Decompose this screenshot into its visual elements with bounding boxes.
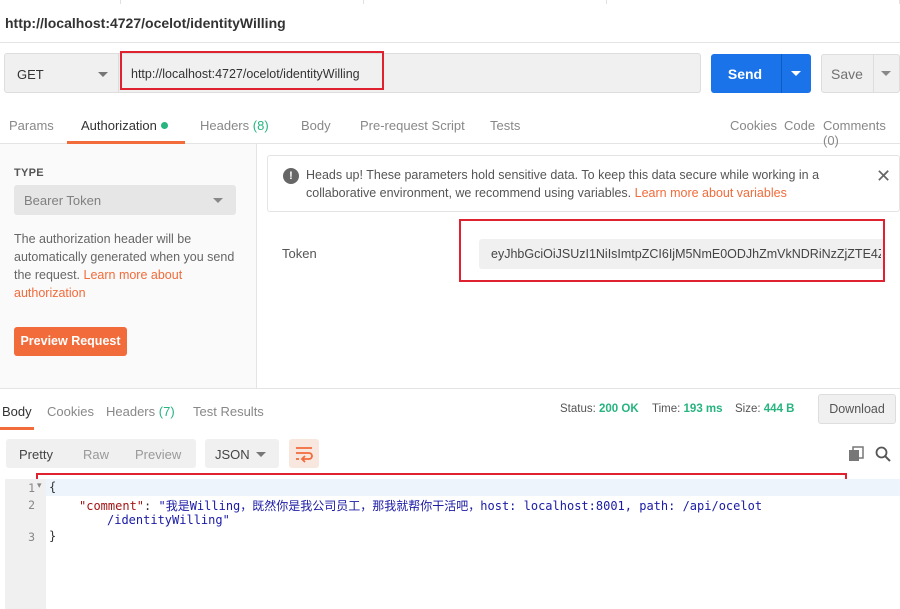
code-open-brace: { — [49, 480, 57, 494]
auth-type-select[interactable]: Bearer Token — [14, 185, 236, 215]
send-button[interactable]: Send — [711, 54, 811, 93]
method-select[interactable]: GET — [4, 53, 119, 93]
preview-request-button[interactable]: Preview Request — [14, 327, 127, 356]
code-close-brace: } — [49, 529, 57, 543]
tab-strip-divider — [0, 0, 121, 4]
wrap-lines-icon — [296, 447, 313, 463]
chevron-down-icon — [256, 452, 266, 457]
size-value: 444 B — [763, 403, 795, 415]
tab-authorization[interactable]: Authorization — [81, 118, 168, 133]
json-value-wrapped: /identityWilling" — [107, 513, 230, 527]
auth-description: The authorization header will be automat… — [14, 230, 244, 302]
tab-params[interactable]: Params — [9, 118, 54, 133]
tab-tests[interactable]: Tests — [490, 118, 520, 133]
size-readout: Size: 444 B — [735, 403, 794, 415]
cookies-link[interactable]: Cookies — [730, 118, 777, 133]
type-label: TYPE — [14, 167, 44, 179]
method-value: GET — [17, 67, 44, 82]
json-value: "我是Willing，既然你是我公司员工，那我就帮你干活吧，host: loca… — [158, 499, 763, 513]
time-readout: Time: 193 ms — [652, 403, 723, 415]
line-number: 1 — [28, 481, 35, 495]
token-label: Token — [282, 246, 317, 261]
request-tabs: Params Authorization Headers (8) Body Pr… — [0, 104, 900, 148]
tab-strip-divider — [364, 0, 607, 4]
mode-preview[interactable]: Preview — [135, 447, 181, 462]
json-colon: : — [144, 499, 159, 513]
save-button[interactable]: Save — [821, 54, 900, 93]
tab-strip-divider — [121, 0, 364, 4]
fold-arrow-icon[interactable]: ▾ — [37, 480, 42, 491]
search-icon[interactable] — [875, 446, 891, 462]
format-select[interactable]: JSON — [205, 439, 279, 468]
save-label: Save — [831, 66, 863, 82]
tab-headers[interactable]: Headers (8) — [200, 118, 269, 133]
tab-body[interactable]: Body — [301, 118, 331, 133]
send-divider — [781, 54, 782, 93]
mode-pretty[interactable]: Pretty — [19, 447, 53, 462]
size-label: Size: — [735, 403, 761, 415]
tab-authorization-label: Authorization — [81, 118, 157, 133]
wrap-lines-button[interactable] — [289, 439, 319, 468]
line-number: 2 — [28, 498, 35, 512]
code-line-2: "comment": "我是Willing，既然你是我公司员工，那我就帮你干活吧… — [79, 497, 762, 514]
sensitive-data-notice: ! Heads up! These parameters hold sensit… — [267, 155, 900, 212]
copy-icon[interactable] — [848, 446, 864, 462]
tab-response-headers-label: Headers — [106, 404, 156, 419]
current-line-highlight — [46, 479, 900, 496]
tab-response-cookies[interactable]: Cookies — [47, 404, 94, 419]
tab-response-headers[interactable]: Headers (7) — [106, 404, 175, 419]
send-label: Send — [727, 66, 763, 82]
save-divider — [873, 55, 874, 92]
chevron-down-icon[interactable] — [791, 71, 801, 76]
tab-test-results[interactable]: Test Results — [193, 404, 264, 419]
time-label: Time: — [652, 403, 681, 415]
code-link[interactable]: Code — [784, 118, 815, 133]
headers-count: (8) — [252, 118, 269, 133]
close-icon[interactable]: ✕ — [876, 166, 891, 187]
tab-headers-label: Headers — [200, 118, 250, 133]
tab-response-body[interactable]: Body — [2, 404, 32, 419]
info-icon: ! — [283, 168, 299, 184]
json-key: "comment" — [79, 499, 145, 513]
highlight-box-token — [459, 219, 885, 282]
view-mode-segment: Pretty Raw Preview — [6, 439, 196, 468]
notice-text: Heads up! These parameters hold sensitiv… — [306, 166, 846, 202]
highlight-box-url — [120, 51, 384, 90]
time-value: 193 ms — [683, 403, 723, 415]
comments-link[interactable]: Comments (0) — [823, 118, 900, 148]
download-button[interactable]: Download — [818, 394, 896, 424]
tab-strip-divider — [607, 0, 900, 4]
request-title: http://localhost:4727/ocelot/identityWil… — [5, 15, 286, 31]
window-titlebar: http://localhost:4727/ocelot/identityWil… — [0, 0, 900, 43]
status-value: 200 OK — [599, 403, 639, 415]
response-body-editor[interactable]: 1 ▾ 2 3 { "comment": "我是Willing，既然你是我公司员… — [5, 479, 900, 609]
response-tabs: Body Cookies Headers (7) Test Results St… — [0, 388, 900, 430]
chevron-down-icon[interactable] — [881, 71, 891, 76]
line-number: 3 — [28, 530, 35, 544]
auth-type-value: Bearer Token — [24, 193, 102, 208]
learn-more-variables-link[interactable]: Learn more about variables — [635, 186, 787, 200]
status-label: Status: — [560, 403, 596, 415]
status-dot-icon — [160, 122, 168, 129]
response-viewer-toolbar: Pretty Raw Preview JSON — [0, 430, 900, 476]
chevron-down-icon — [213, 198, 223, 203]
tab-prerequest-script[interactable]: Pre-request Script — [360, 118, 465, 133]
mode-raw[interactable]: Raw — [83, 447, 109, 462]
response-headers-count: (7) — [158, 404, 175, 419]
format-value: JSON — [215, 447, 250, 462]
status-readout: Status: 200 OK — [560, 403, 639, 415]
chevron-down-icon — [98, 72, 108, 77]
